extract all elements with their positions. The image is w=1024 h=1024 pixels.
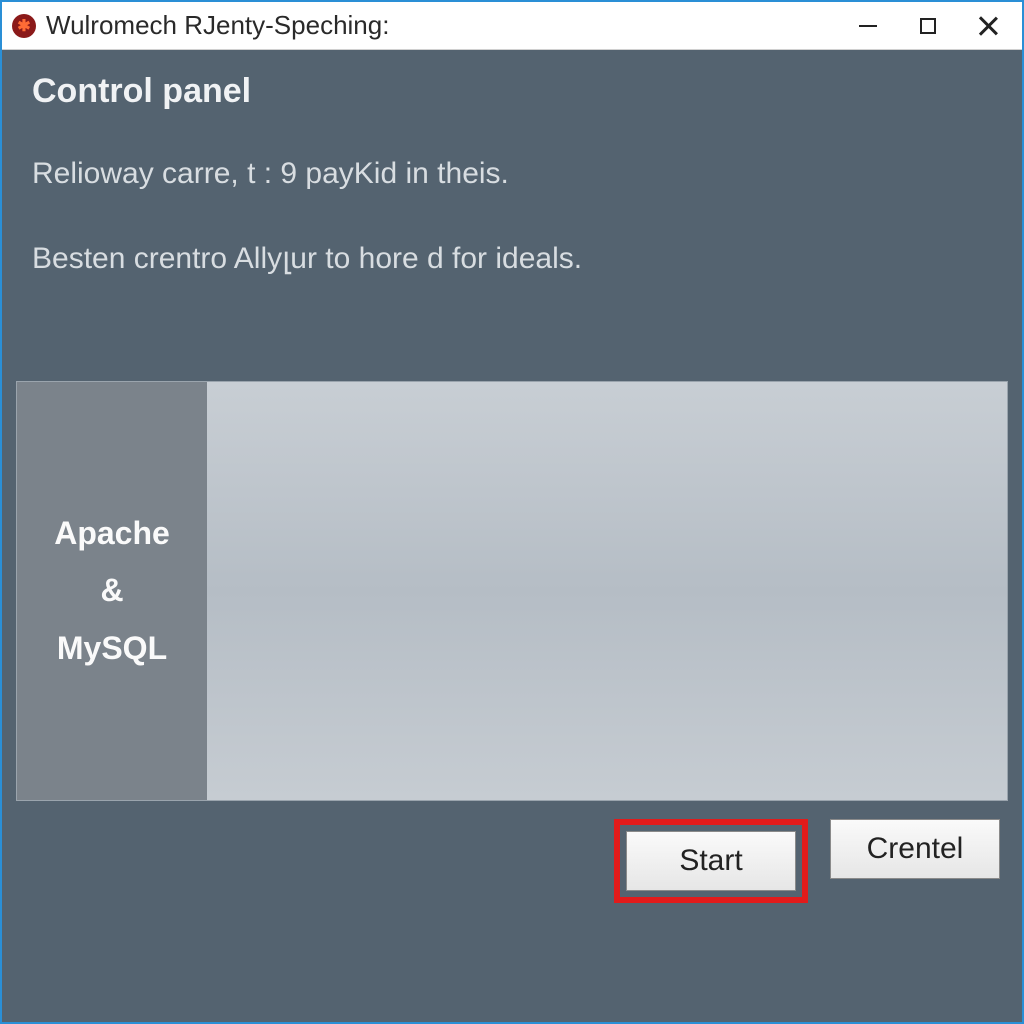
description-line-2: Besten crentro Allyլur to hore d for ide… [32,236,992,281]
content-area: Control panel Relioway carre, t : 9 payK… [2,50,1022,1022]
start-button[interactable]: Start [626,831,796,891]
close-button[interactable] [958,2,1018,50]
service-label-apache: Apache [54,505,170,563]
window-title: Wulromech RJenty-Speching: [46,10,838,41]
maximize-button[interactable] [898,2,958,50]
minimize-button[interactable] [838,2,898,50]
minimize-icon [859,25,877,27]
service-body [207,382,1007,800]
dialog-footer: Start Crentel [2,801,1022,929]
service-label-column: Apache & MySQL [17,382,207,800]
page-title: Control panel [2,50,1022,121]
application-window: ✱ Wulromech RJenty-Speching: Control pan… [0,0,1024,1024]
service-panel: Apache & MySQL [16,381,1008,801]
maximize-icon [920,18,936,34]
crentel-button[interactable]: Crentel [830,819,1000,879]
app-icon: ✱ [12,14,36,38]
service-label-amp: & [100,562,123,620]
service-label-mysql: MySQL [57,620,167,678]
start-button-highlight: Start [614,819,808,903]
window-controls [838,2,1018,50]
description-area: Relioway carre, t : 9 payKid in theis. B… [2,121,1022,331]
description-line-1: Relioway carre, t : 9 payKid in theis. [32,151,992,196]
close-icon [978,16,998,36]
titlebar: ✱ Wulromech RJenty-Speching: [2,2,1022,50]
